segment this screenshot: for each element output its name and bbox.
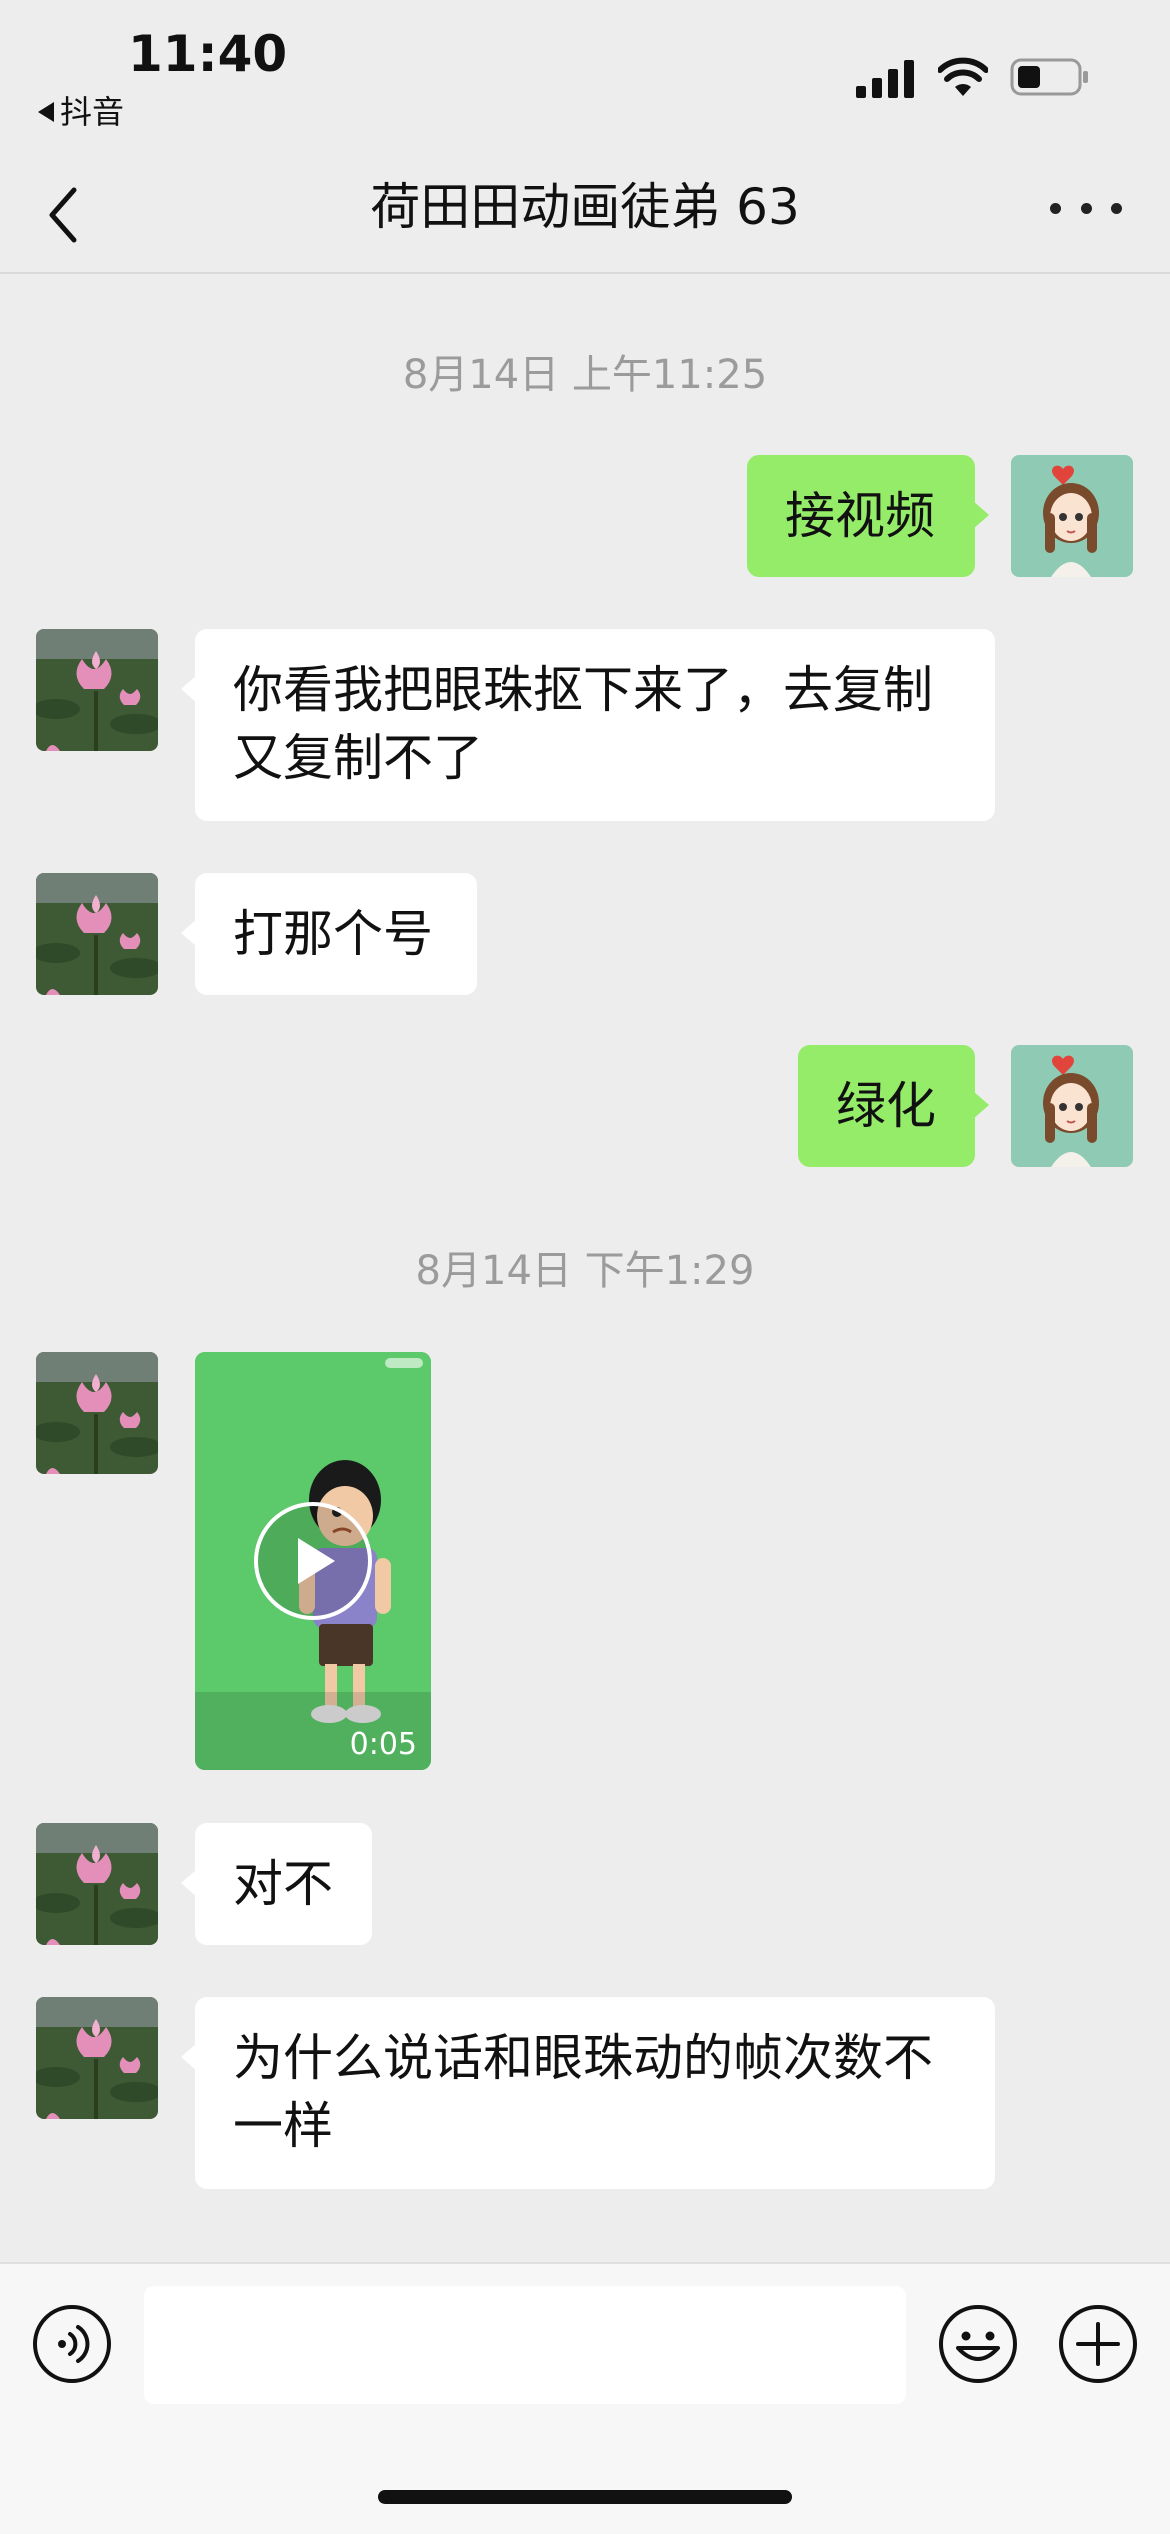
emoji-icon[interactable] [938, 2304, 1018, 2384]
contact-message-bubble[interactable]: 为什么说话和眼珠动的帧次数不一样 [181, 1997, 995, 2189]
contact-avatar[interactable] [36, 1352, 158, 1474]
home-indicator [378, 2490, 792, 2504]
message-input[interactable] [144, 2286, 906, 2404]
cartoon-girl-avatar-icon [1011, 1045, 1133, 1167]
contact-avatar[interactable] [36, 1823, 158, 1945]
voice-icon[interactable] [32, 2304, 112, 2384]
contact-avatar[interactable] [36, 873, 158, 995]
lotus-flower-avatar-icon [36, 1997, 158, 2119]
back-triangle-icon [38, 102, 54, 122]
chat-title: 荷田田动画徒弟 63 [370, 178, 800, 236]
wifi-icon [938, 57, 988, 96]
my-avatar[interactable] [1011, 455, 1133, 577]
more-dots-icon[interactable] [1050, 188, 1122, 228]
contact-message-bubble[interactable]: 你看我把眼珠抠下来了，去复制又复制不了 [181, 629, 995, 821]
lotus-flower-avatar-icon [36, 1352, 158, 1474]
back-app-label: 抖音 [60, 93, 125, 131]
cartoon-girl-avatar-icon [1011, 455, 1133, 577]
video-thumbnail [195, 1352, 431, 1770]
plus-icon[interactable] [1058, 2304, 1138, 2384]
video-duration: 0:05 [349, 1727, 417, 1762]
back-to-app-link[interactable]: 抖音 [38, 92, 124, 132]
battery-icon [1010, 58, 1088, 96]
message-timestamp: 8月14日 下午1:29 [415, 1248, 755, 1294]
video-message[interactable]: 0:05 [195, 1352, 431, 1770]
contact-message-bubble[interactable]: 打那个号 [181, 873, 477, 995]
contact-message-bubble[interactable]: 对不 [181, 1823, 372, 1945]
lotus-flower-avatar-icon [36, 629, 158, 751]
message-timestamp: 8月14日 上午11:25 [402, 352, 768, 398]
chevron-left-icon[interactable] [40, 180, 90, 250]
contact-avatar[interactable] [36, 1997, 158, 2119]
signal-icon [856, 60, 914, 98]
my-message-bubble[interactable]: 接视频 [747, 455, 989, 577]
contact-avatar[interactable] [36, 629, 158, 751]
lotus-flower-avatar-icon [36, 873, 158, 995]
lotus-flower-avatar-icon [36, 1823, 158, 1945]
my-avatar[interactable] [1011, 1045, 1133, 1167]
status-time: 11:40 [128, 25, 288, 83]
my-message-bubble[interactable]: 绿化 [798, 1045, 989, 1167]
